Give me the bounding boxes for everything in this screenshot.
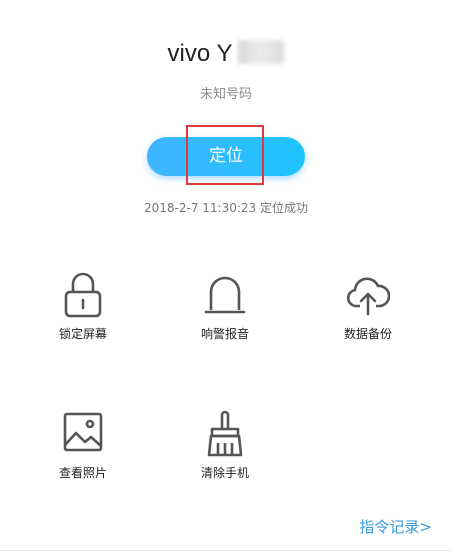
- sound-alarm-label: 响警报音: [200, 327, 249, 341]
- alarm-bell-icon: [204, 276, 246, 314]
- wipe-phone-label: 清除手机: [200, 466, 249, 480]
- device-name-text: vivo Y: [167, 40, 233, 67]
- lock-screen-action[interactable]: 锁定屏幕: [28, 270, 138, 342]
- sound-alarm-action[interactable]: 响警报音: [170, 270, 280, 342]
- device-name: vivo Y: [0, 40, 452, 68]
- lock-screen-label: 锁定屏幕: [58, 327, 107, 341]
- view-photos-action[interactable]: 查看照片: [28, 409, 138, 481]
- cloud-upload-icon: [346, 277, 390, 316]
- photo-icon: [63, 412, 103, 452]
- lock-icon: [64, 272, 102, 318]
- locate-button[interactable]: 定位: [147, 137, 305, 176]
- data-backup-label: 数据备份: [343, 327, 392, 341]
- locate-status: 2018-2-7 11:30:23 定位成功: [144, 201, 308, 215]
- data-backup-action[interactable]: 数据备份: [313, 270, 423, 342]
- redacted-model-blur: [238, 40, 285, 64]
- phone-number: 未知号码: [199, 87, 252, 102]
- command-history-link[interactable]: 指令记录>: [359, 516, 432, 537]
- bottom-divider: [0, 550, 452, 551]
- brush-icon: [207, 410, 243, 457]
- wipe-phone-action[interactable]: 清除手机: [170, 409, 280, 481]
- view-photos-label: 查看照片: [58, 466, 107, 480]
